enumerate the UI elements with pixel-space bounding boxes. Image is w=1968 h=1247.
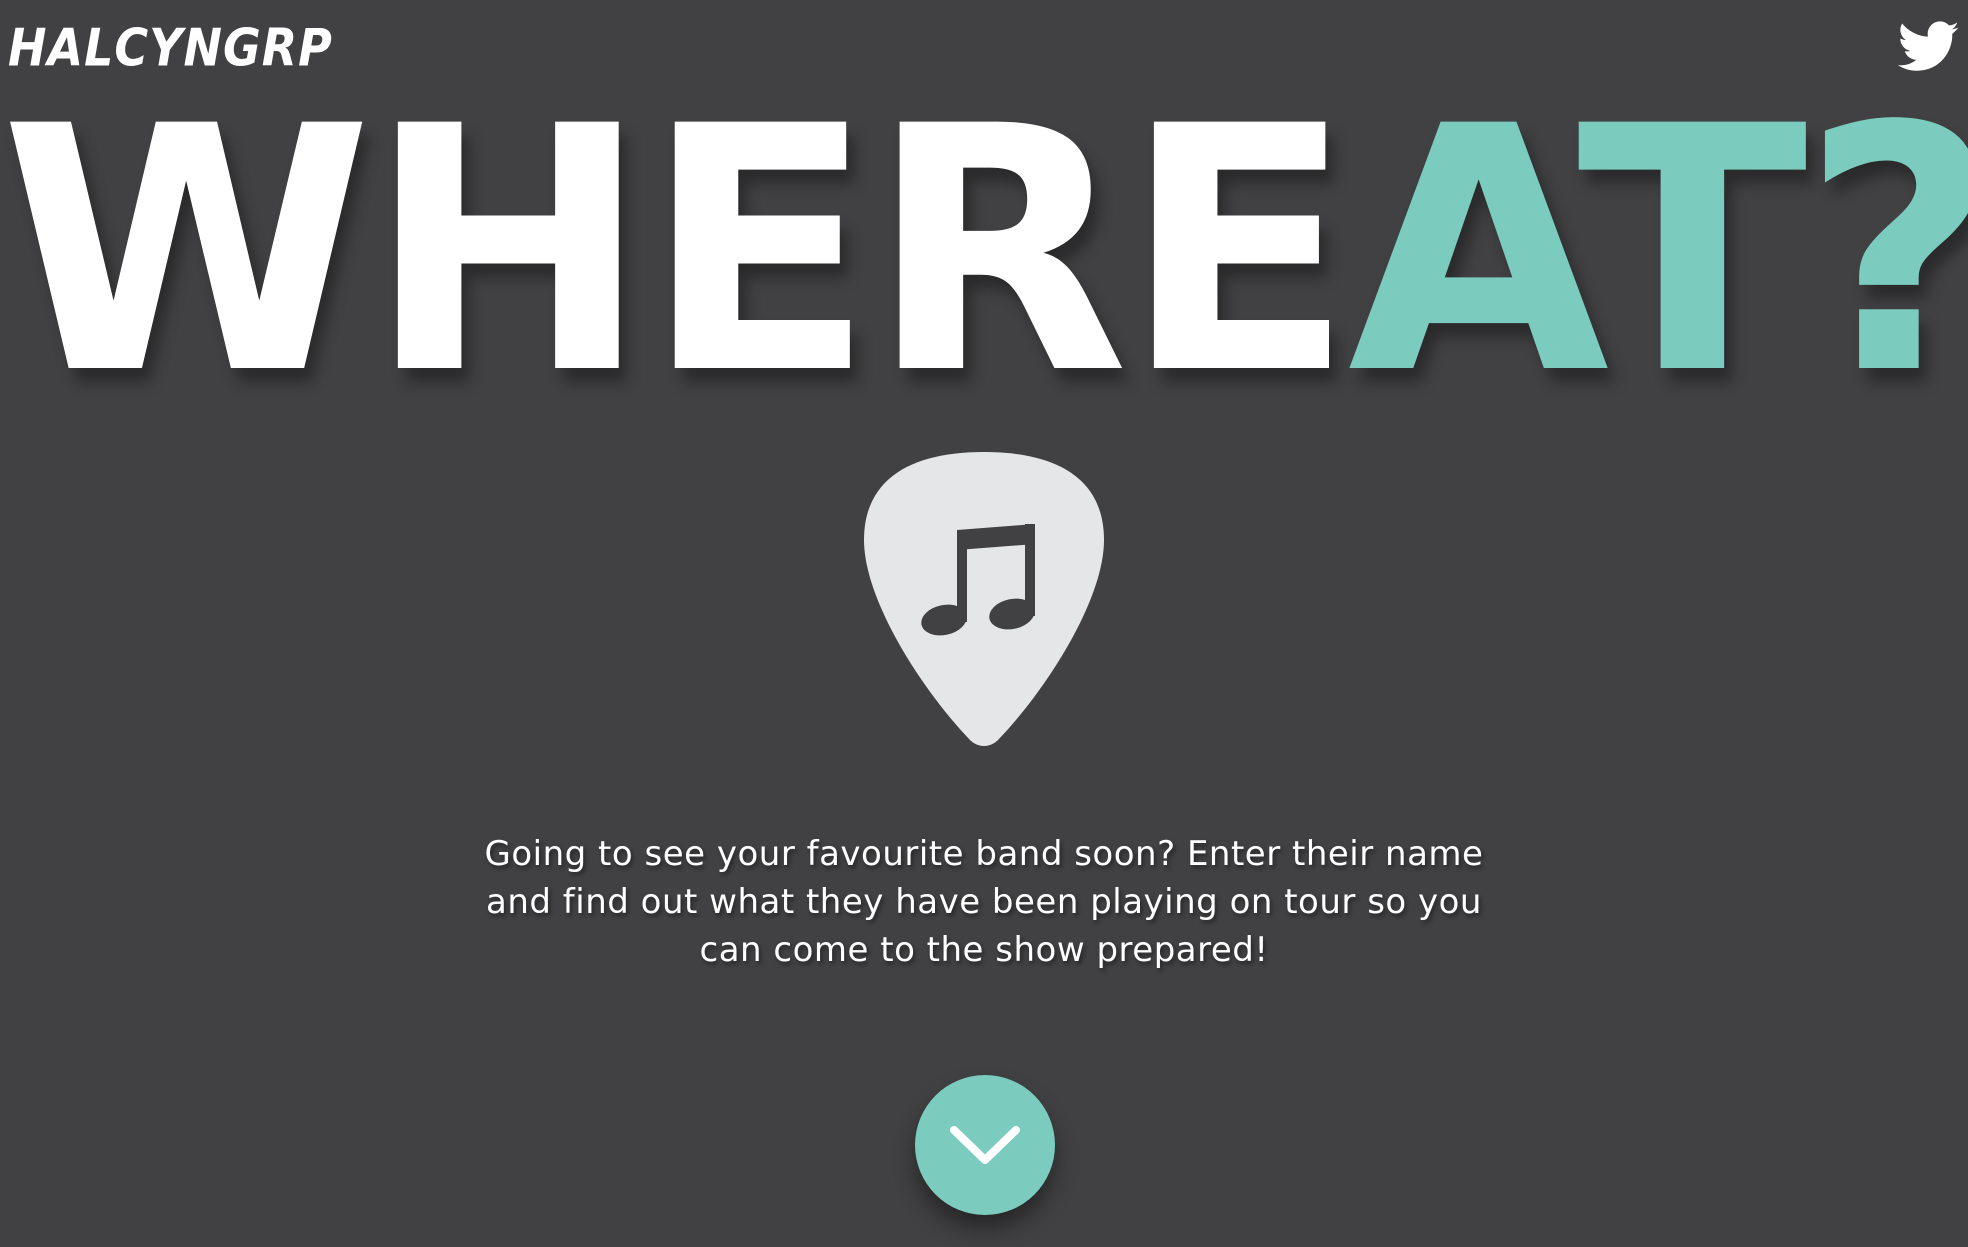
title-at: AT? xyxy=(1347,54,1968,448)
title-where: WHERE xyxy=(0,54,1354,448)
intro-text: Going to see your favourite band soon? E… xyxy=(484,834,1484,970)
page-title: WHEREAT? xyxy=(0,82,1968,420)
scroll-down-button[interactable] xyxy=(915,1075,1055,1215)
chevron-down-icon xyxy=(950,1126,1020,1164)
guitar-pick-music-note-icon xyxy=(862,450,1106,746)
